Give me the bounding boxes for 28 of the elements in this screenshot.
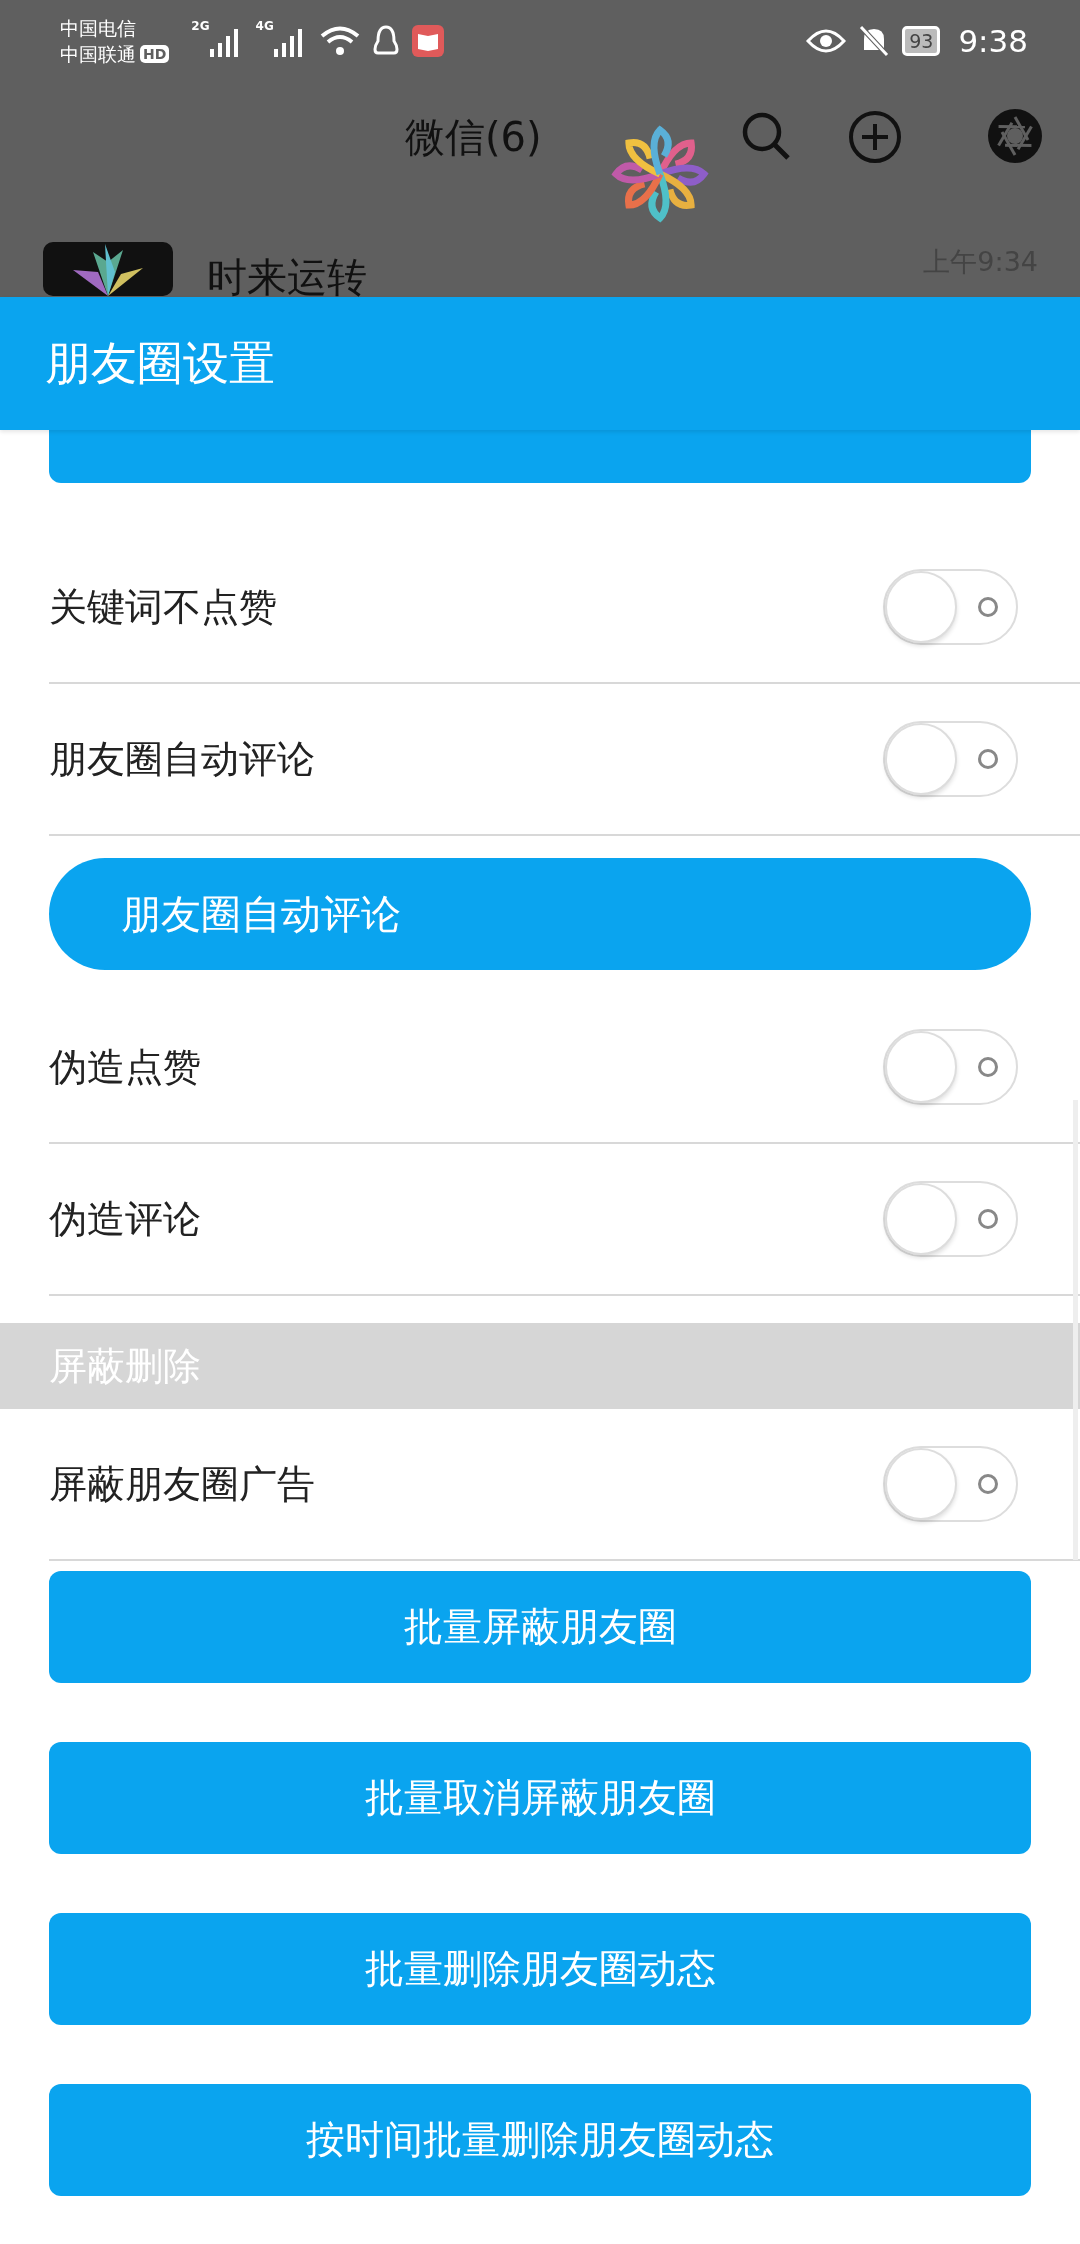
comment-button[interactable]: 朋友圈自动评论 <box>49 858 1031 970</box>
setting-label: 朋友圈自动评论 <box>49 735 316 783</box>
network-label: 2G <box>191 19 210 33</box>
shutter-icon[interactable] <box>986 107 1044 165</box>
setting-label: 关键词不点赞 <box>49 583 278 631</box>
action-button[interactable]: 按时间批量删除朋友圈动态 <box>49 2084 1031 2196</box>
carrier-name: 中国电信 <box>60 16 137 41</box>
clock-time: 9:38 <box>958 23 1028 59</box>
action-button[interactable]: 批量屏蔽朋友圈 <box>49 1571 1031 1683</box>
search-icon[interactable] <box>740 110 792 162</box>
network-label: 4G <box>255 19 274 33</box>
cut-off-button[interactable] <box>49 430 1031 483</box>
add-icon[interactable] <box>848 110 902 164</box>
carrier-name: 中国联通 <box>60 42 136 67</box>
action-button[interactable]: 批量删除朋友圈动态 <box>49 1913 1031 2025</box>
setting-label: 伪造点赞 <box>49 1043 202 1091</box>
bell-muted-icon <box>858 24 891 58</box>
book-icon <box>411 25 444 57</box>
eye-icon <box>806 27 847 55</box>
setting-label: 伪造评论 <box>49 1195 202 1243</box>
battery-icon: 93 <box>902 26 941 56</box>
hd-badge: HD <box>140 45 170 63</box>
action-button[interactable]: 批量取消屏蔽朋友圈 <box>49 1742 1031 1854</box>
header-title: 朋友圈设置 <box>45 334 275 392</box>
wifi-icon <box>319 25 360 57</box>
app-title: 微信(6) <box>405 112 542 162</box>
chat-name: 时来运转 <box>207 253 367 297</box>
setting-label: 屏蔽朋友圈广告 <box>49 1460 316 1508</box>
